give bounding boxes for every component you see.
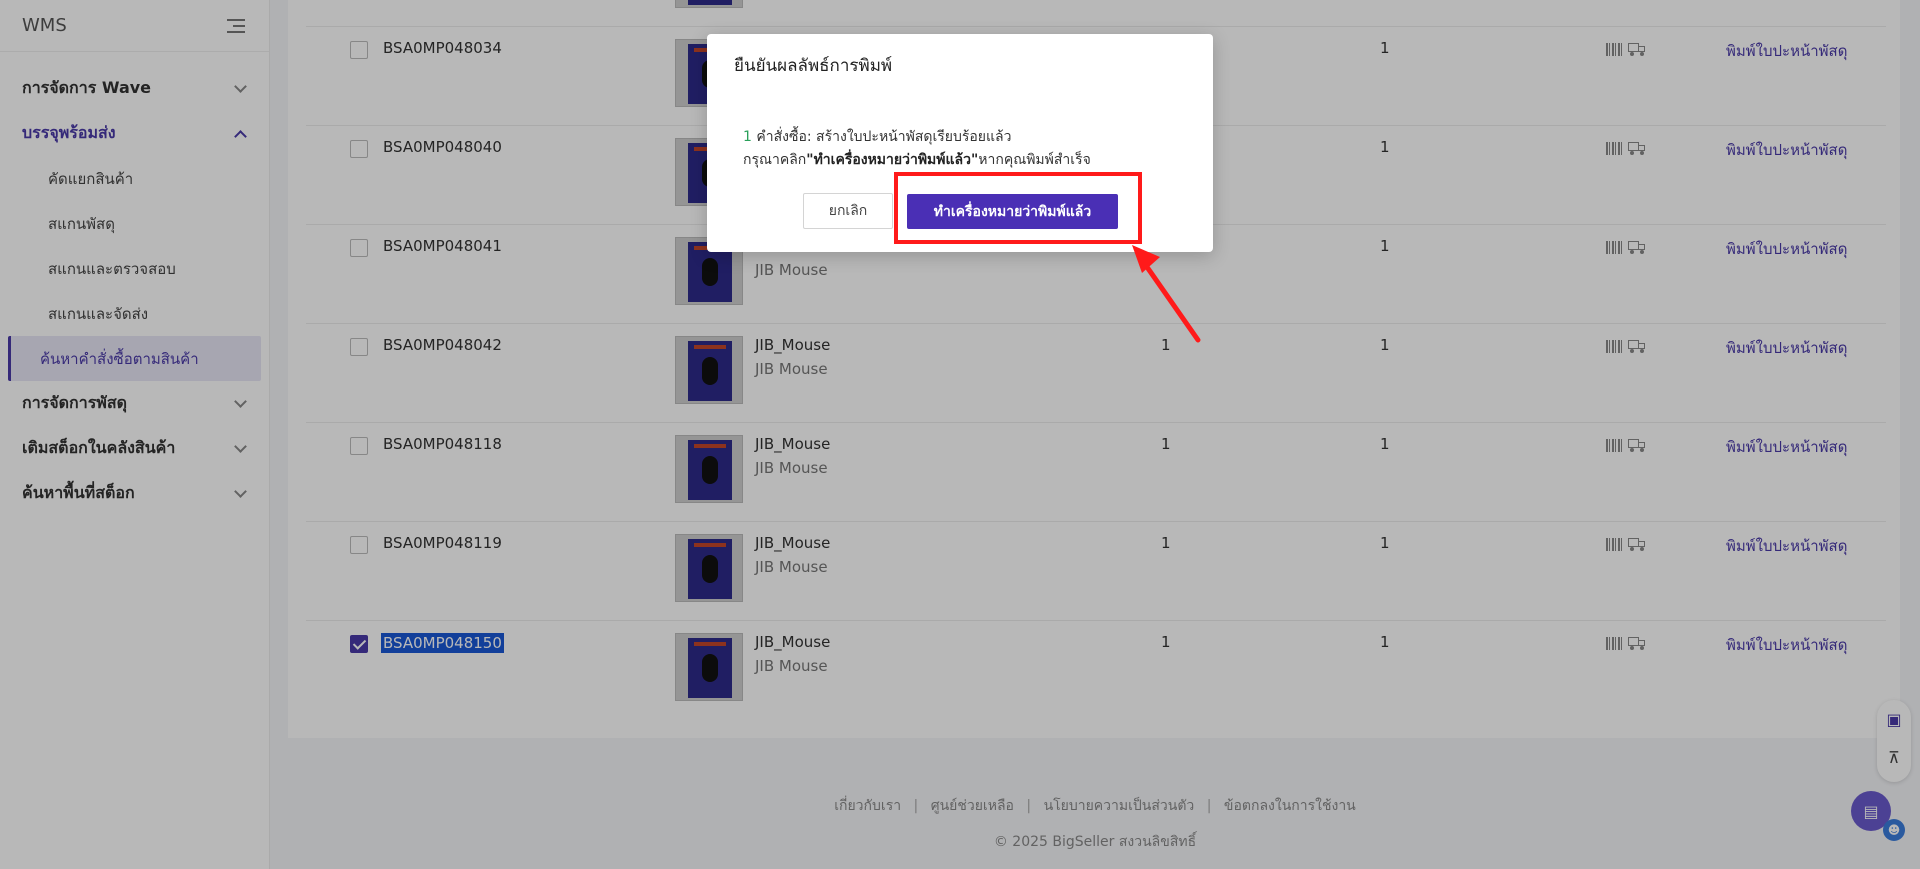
- dialog-message-line1: 1 คำสั่งซื้อ: สร้างใบปะหน้าพัสดุเรียบร้อ…: [743, 126, 1011, 148]
- dialog-message-line2: กรุณาคลิก"ทำเครื่องหมายว่าพิมพ์แล้ว"หากค…: [743, 149, 1091, 171]
- dialog-instruction-action: "ทำเครื่องหมายว่าพิมพ์แล้ว": [806, 152, 979, 168]
- order-count: 1: [743, 129, 752, 145]
- dialog-instruction-suffix: หากคุณพิมพ์สำเร็จ: [978, 152, 1091, 168]
- dialog-title: ยืนยันผลลัพธ์การพิมพ์: [734, 56, 893, 76]
- cancel-button[interactable]: ยกเลิก: [803, 193, 893, 229]
- annotation-highlight-box: [894, 172, 1142, 244]
- annotation-arrow-icon: [1132, 245, 1201, 343]
- dialog-instruction-prefix: กรุณาคลิก: [743, 152, 807, 168]
- dialog-message-text: คำสั่งซื้อ: สร้างใบปะหน้าพัสดุเรียบร้อยแ…: [751, 129, 1012, 145]
